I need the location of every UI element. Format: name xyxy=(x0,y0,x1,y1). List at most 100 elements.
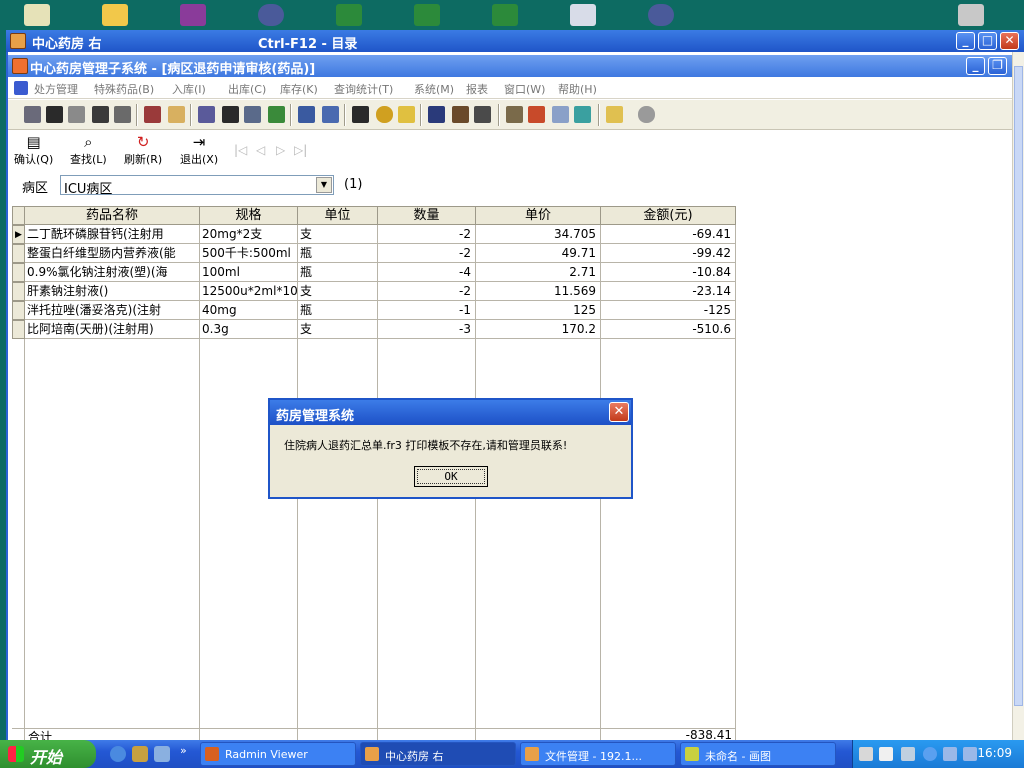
quantity-cell[interactable]: -1 xyxy=(378,301,475,320)
last-record-icon[interactable]: ▷| xyxy=(294,143,307,157)
toolbar-print-preview-icon[interactable] xyxy=(24,106,41,123)
minimize-icon[interactable]: _ xyxy=(966,57,985,75)
amount-cell[interactable]: -23.14 xyxy=(601,282,735,301)
toolbar-magnifier-icon[interactable] xyxy=(552,106,569,123)
unit-cell[interactable]: 支 xyxy=(298,282,377,301)
quantity-cell[interactable]: -2 xyxy=(378,282,475,301)
toolbar-card-icon[interactable] xyxy=(168,106,185,123)
table-row[interactable]: ▶ 二丁酰环磷腺苷钙(注射用 20mg*2支 支 -2 34.705 -69.4… xyxy=(12,225,736,244)
desktop-archive-icon[interactable] xyxy=(180,4,206,26)
spec-cell[interactable]: 0.3g xyxy=(200,320,297,339)
toolbar-clock-icon[interactable] xyxy=(398,106,415,123)
toolbar-grid-icon[interactable] xyxy=(352,106,369,123)
app-window-titlebar[interactable]: 中心药房管理子系统 - [病区退药申请审核(药品)] _ ❐ xyxy=(8,55,1024,77)
restore-icon[interactable]: ❐ xyxy=(988,57,1007,75)
amount-cell[interactable]: -125 xyxy=(601,301,735,320)
refresh-button[interactable]: ↻ 刷新(R) xyxy=(124,133,162,167)
desktop-document-icon[interactable] xyxy=(24,4,50,26)
next-record-icon[interactable]: ▷ xyxy=(276,143,285,157)
menu-item-reports[interactable]: 报表 xyxy=(466,81,488,97)
amount-cell[interactable]: -510.6 xyxy=(601,320,735,339)
maximize-icon[interactable]: □ xyxy=(978,32,997,50)
tray-expand-icon[interactable] xyxy=(923,747,937,761)
toolbar-transfer-icon[interactable] xyxy=(452,106,469,123)
unit-cell[interactable]: 瓶 xyxy=(298,301,377,320)
toolbar-truck-icon[interactable] xyxy=(474,106,491,123)
drug-name-cell[interactable]: 整蛋白纤维型肠内营养液(能 xyxy=(25,244,199,263)
column-header-drug-name[interactable]: 药品名称 xyxy=(24,206,200,225)
menu-item-system[interactable]: 系统(M) xyxy=(414,81,454,97)
unit-cell[interactable]: 瓶 xyxy=(298,244,377,263)
quicklaunch-app-icon[interactable] xyxy=(132,746,148,762)
toolbar-bell-icon[interactable] xyxy=(376,106,393,123)
toolbar-check-icon[interactable] xyxy=(222,106,239,123)
unit-cell[interactable]: 瓶 xyxy=(298,263,377,282)
drug-name-cell[interactable]: 0.9%氯化钠注射液(塑)(海 xyxy=(25,263,199,282)
toolbar-open-folder-icon[interactable] xyxy=(606,106,623,123)
pen-icon[interactable] xyxy=(901,747,915,761)
toolbar-bottle-icon[interactable] xyxy=(46,106,63,123)
confirm-button[interactable]: ▤ 确认(Q) xyxy=(14,133,53,167)
table-row[interactable]: 肝素钠注射液() 12500u*2ml*10 支 -2 11.569 -23.1… xyxy=(12,282,736,301)
unit-price-cell[interactable]: 49.71 xyxy=(476,244,600,263)
ok-button[interactable]: OK xyxy=(414,466,488,487)
drug-name-cell[interactable]: 泮托拉唑(潘妥洛克)(注射 xyxy=(25,301,199,320)
network-icon[interactable] xyxy=(943,747,957,761)
spec-cell[interactable]: 500千卡:500ml xyxy=(200,244,297,263)
first-record-icon[interactable]: |◁ xyxy=(234,143,247,157)
quicklaunch-browser-icon[interactable] xyxy=(154,746,170,762)
ward-select[interactable]: ICU病区 ▼ xyxy=(60,175,334,197)
quantity-cell[interactable]: -3 xyxy=(378,320,475,339)
minimize-icon[interactable]: _ xyxy=(956,32,975,50)
toolbar-approve-icon[interactable] xyxy=(268,106,285,123)
desktop-excel-icon[interactable] xyxy=(492,4,518,26)
help-icon[interactable] xyxy=(879,747,893,761)
menu-item-query-stats[interactable]: 查询统计(T) xyxy=(334,81,393,97)
menu-item-window[interactable]: 窗口(W) xyxy=(504,81,545,97)
amount-cell[interactable]: -10.84 xyxy=(601,263,735,282)
column-header-spec[interactable]: 规格 xyxy=(199,206,298,225)
table-row[interactable]: 整蛋白纤维型肠内营养液(能 500千卡:500ml 瓶 -2 49.71 -99… xyxy=(12,244,736,263)
spec-cell[interactable]: 40mg xyxy=(200,301,297,320)
taskbar-item-file-manager[interactable]: 文件管理 - 192.1... xyxy=(520,742,676,766)
scrollbar-thumb[interactable] xyxy=(1014,66,1023,706)
toolbar-document-icon[interactable] xyxy=(68,106,85,123)
spec-cell[interactable]: 20mg*2支 xyxy=(200,225,297,244)
quantity-cell[interactable]: -2 xyxy=(378,225,475,244)
table-row[interactable]: 泮托拉唑(潘妥洛克)(注射 40mg 瓶 -1 125 -125 xyxy=(12,301,736,320)
amount-cell[interactable]: -69.41 xyxy=(601,225,735,244)
column-header-quantity[interactable]: 数量 xyxy=(377,206,476,225)
unit-price-cell[interactable]: 34.705 xyxy=(476,225,600,244)
toolbar-binoculars-icon[interactable] xyxy=(92,106,109,123)
quantity-cell[interactable]: -4 xyxy=(378,263,475,282)
toolbar-stop-icon[interactable] xyxy=(638,106,655,123)
toolbar-trash-icon[interactable] xyxy=(428,106,445,123)
table-row[interactable]: 比阿培南(天册)(注射用) 0.3g 支 -3 170.2 -510.6 xyxy=(12,320,736,339)
spec-cell[interactable]: 100ml xyxy=(200,263,297,282)
desktop-excel-icon[interactable] xyxy=(336,4,362,26)
quantity-cell[interactable]: -2 xyxy=(378,244,475,263)
drug-name-cell[interactable]: 二丁酰环磷腺苷钙(注射用 xyxy=(25,225,199,244)
column-header-unit-price[interactable]: 单价 xyxy=(475,206,601,225)
toolbar-clipboard-icon[interactable] xyxy=(198,106,215,123)
exit-button[interactable]: ⇥ 退出(X) xyxy=(180,133,218,167)
table-row[interactable]: 0.9%氯化钠注射液(塑)(海 100ml 瓶 -4 2.71 -10.84 xyxy=(12,263,736,282)
menu-item-prescription[interactable]: 处方管理 xyxy=(34,81,78,97)
remote-window-titlebar[interactable]: 中心药房 右 Ctrl-F12 - 目录 _ □ ✕ xyxy=(6,30,1024,52)
desktop-compass-icon[interactable] xyxy=(648,4,674,26)
desktop-form-icon[interactable] xyxy=(570,4,596,26)
close-icon[interactable]: ✕ xyxy=(609,402,629,422)
unit-price-cell[interactable]: 125 xyxy=(476,301,600,320)
dialog-titlebar[interactable]: 药房管理系统 ✕ xyxy=(270,400,631,425)
spec-cell[interactable]: 12500u*2ml*10 xyxy=(200,282,297,301)
taskbar-item-paint[interactable]: 未命名 - 画图 xyxy=(680,742,836,766)
toolbar-calculator-icon[interactable] xyxy=(574,106,591,123)
toolbar-paste-icon[interactable] xyxy=(244,106,261,123)
unit-cell[interactable]: 支 xyxy=(298,320,377,339)
toolbar-thermometer-icon[interactable] xyxy=(528,106,545,123)
find-button[interactable]: ⌕ 查找(L) xyxy=(70,133,107,167)
keyboard-icon[interactable] xyxy=(859,747,873,761)
taskbar-item-pharmacy[interactable]: 中心药房 右 xyxy=(360,742,516,766)
menu-item-help[interactable]: 帮助(H) xyxy=(558,81,597,97)
quicklaunch-ie-icon[interactable] xyxy=(110,746,126,762)
